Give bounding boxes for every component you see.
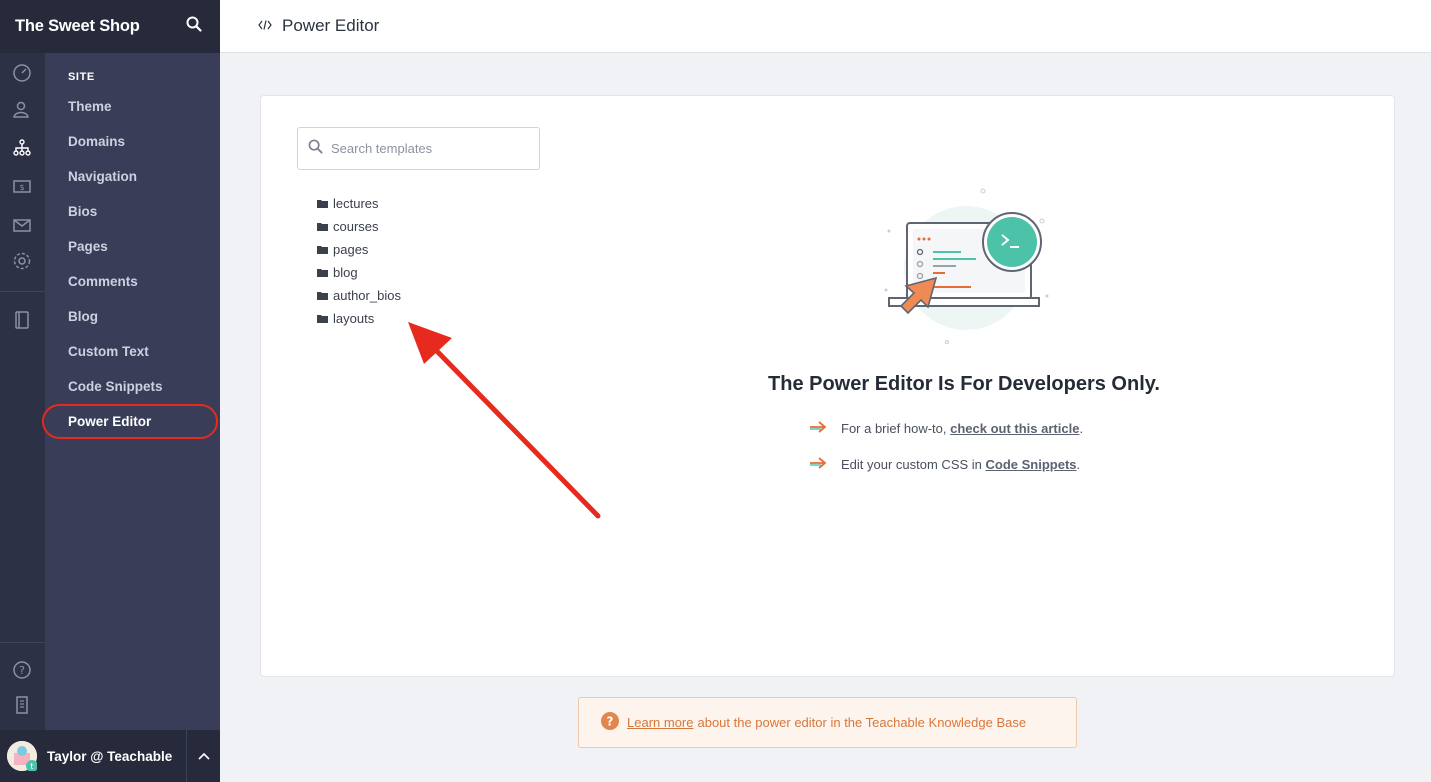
courses-icon[interactable] [11,309,33,331]
learn-more-link[interactable]: Learn more [627,715,693,730]
tip1-prefix: For a brief how-to, [841,421,951,436]
folder-courses[interactable]: courses [317,219,379,234]
sales-icon[interactable]: $ [11,175,33,197]
sidebar-item-comments[interactable]: Comments [68,274,138,289]
help-circle-icon: ? [601,712,619,733]
settings-icon[interactable] [11,250,33,272]
empty-state-title: The Power Editor Is For Developers Only. [768,373,1160,395]
sidebar-item-navigation[interactable]: Navigation [68,169,137,184]
email-icon[interactable] [11,214,33,236]
sidebar-item-pages[interactable]: Pages [68,239,108,254]
sidebar-item-domains[interactable]: Domains [68,134,125,149]
school-name[interactable]: The Sweet Shop [15,17,140,36]
knowledge-base-callout: ? Learn more about the power editor in t… [578,697,1077,748]
user-name: Taylor @ Teachable [47,748,173,764]
sidebar-item-bios[interactable]: Bios [68,204,97,219]
folder-icon [317,288,328,303]
tip-article: For a brief how-to, check out this artic… [809,421,1083,436]
tip-code-snippets: Edit your custom CSS in Code Snippets . [809,457,1080,472]
svg-text:?: ? [19,664,25,677]
site-subnav: SITE Theme Domains Navigation Bios Pages… [45,53,220,730]
school-icon[interactable] [11,694,33,716]
folder-icon [317,311,328,326]
tip2-prefix: Edit your custom CSS in [841,457,986,472]
dashboard-icon[interactable] [11,62,33,84]
folder-label: blog [333,265,358,280]
users-icon[interactable] [11,99,33,121]
article-link[interactable]: check out this article [950,421,1079,436]
folder-layouts[interactable]: layouts [317,311,374,326]
folder-label: courses [333,219,379,234]
folder-icon [317,219,328,234]
avatar: t [7,741,38,772]
folder-pages[interactable]: pages [317,242,368,257]
search-icon[interactable] [186,16,202,37]
folder-label: lectures [333,196,379,211]
code-icon [258,17,272,35]
developer-illustration [881,186,1051,346]
sidebar-item-custom-text[interactable]: Custom Text [68,344,149,359]
svg-text:t: t [30,762,33,771]
help-icon[interactable]: ? [11,659,33,681]
folder-icon [317,196,328,211]
folder-blog[interactable]: blog [317,265,358,280]
tip2-suffix: . [1076,457,1081,472]
section-heading: SITE [68,71,95,83]
callout-text: about the power editor in the Teachable … [697,715,1027,730]
icon-rail: $ ? [0,53,45,730]
arrow-right-icon [809,421,827,436]
svg-text:?: ? [607,715,614,729]
template-search[interactable] [297,127,540,170]
search-icon [308,139,323,159]
chevron-up-icon[interactable] [186,730,220,782]
search-input[interactable] [331,141,521,156]
folder-label: layouts [333,311,375,326]
code-snippets-link[interactable]: Code Snippets [986,457,1077,472]
folder-author-bios[interactable]: author_bios [317,288,401,303]
sidebar-item-blog[interactable]: Blog [68,309,98,324]
user-menu[interactable]: t Taylor @ Teachable [0,730,220,782]
highlight-ring [42,404,218,439]
folder-label: author_bios [333,288,401,303]
school-header: The Sweet Shop [0,0,220,53]
annotation-arrow [400,318,610,533]
sidebar-item-code-snippets[interactable]: Code Snippets [68,379,163,394]
folder-icon [317,265,328,280]
tip1-suffix: . [1079,421,1084,436]
folder-label: pages [333,242,369,257]
page-title: Power Editor [282,16,380,35]
folder-icon [317,242,328,257]
sidebar-item-theme[interactable]: Theme [68,99,112,114]
page-header: Power Editor [220,0,1431,53]
folder-lectures[interactable]: lectures [317,196,379,211]
arrow-right-icon [809,457,827,472]
site-icon[interactable] [11,137,33,159]
svg-text:$: $ [19,183,24,192]
